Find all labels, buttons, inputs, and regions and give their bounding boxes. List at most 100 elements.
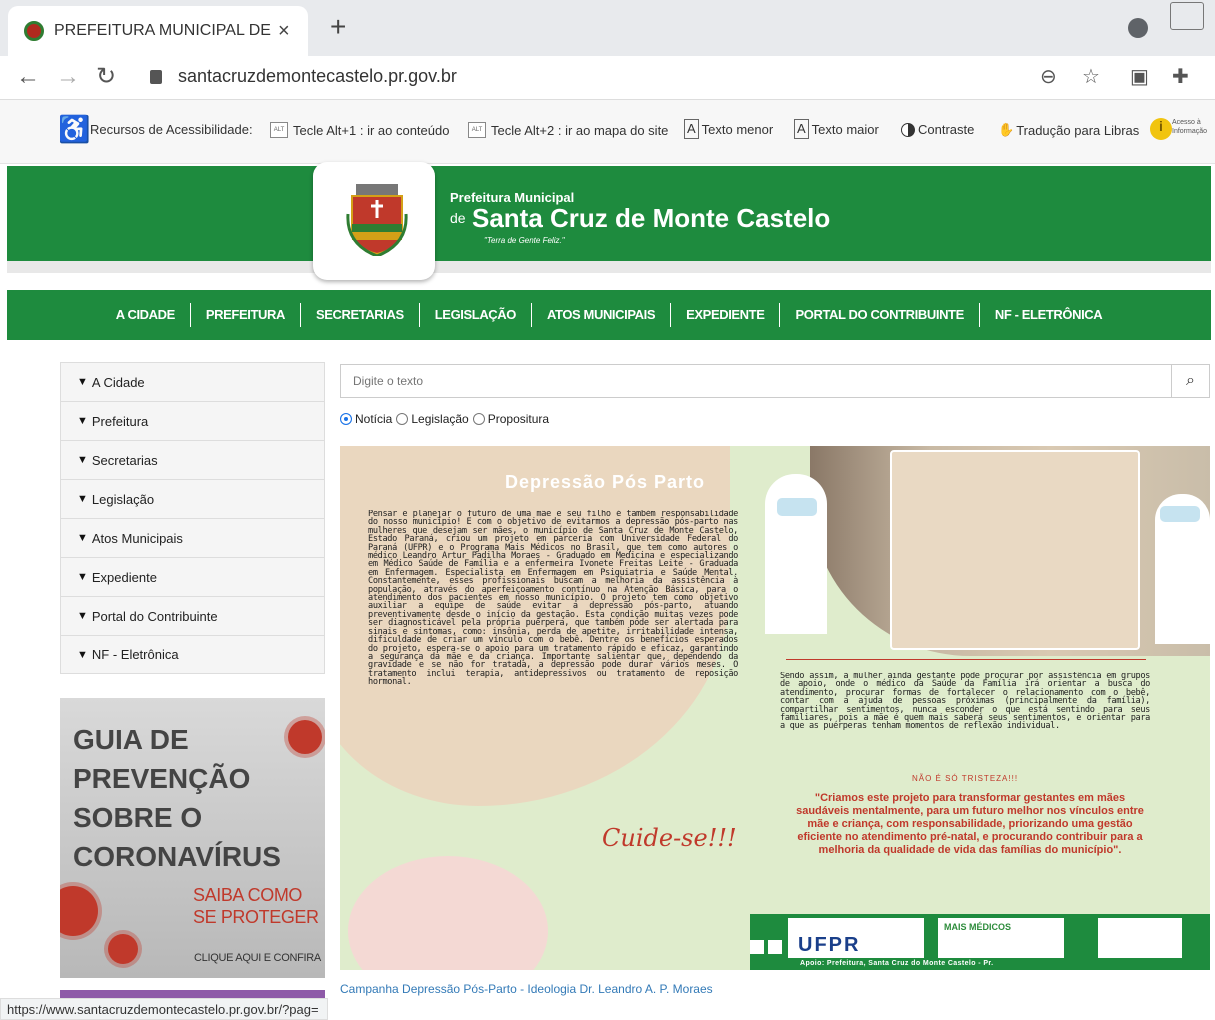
sidebar-item-nf-eletronica[interactable]: ▼ NF - Eletrônica: [60, 635, 325, 674]
sidebar-item-portal-contribuinte[interactable]: ▼ Portal do Contribuinte: [60, 596, 325, 635]
menu-item-a-cidade[interactable]: A CIDADE: [101, 303, 190, 327]
ufpr-logo-text: UFPR: [798, 934, 861, 956]
chevron-down-icon: ▼: [77, 493, 88, 505]
sidebar-item-expediente[interactable]: ▼ Expediente: [60, 557, 325, 596]
poster-mother-baby-illustration: [348, 856, 548, 970]
sidebar-item-a-cidade[interactable]: ▼ A Cidade: [60, 362, 325, 401]
chevron-down-icon: ▼: [77, 610, 88, 622]
sidebar-item-secretarias[interactable]: ▼ Secretarias: [60, 440, 325, 479]
search-type-radios: Notícia Legislação Propositura: [340, 412, 549, 426]
text-bigger-button[interactable]: A Texto maior: [794, 119, 879, 139]
virus-icon: [288, 720, 322, 754]
status-bar-url: https://www.santacruzdemontecastelo.pr.g…: [0, 998, 328, 1020]
forward-arrow-icon[interactable]: →: [56, 62, 80, 92]
menu-item-portal-contribuinte[interactable]: PORTAL DO CONTRIBUINTE: [779, 303, 978, 327]
radio-legislacao[interactable]: [396, 413, 409, 425]
address-bar[interactable]: santacruzdemontecastelo.pr.gov.br: [178, 66, 457, 87]
poster-mask-icon: [777, 498, 817, 516]
new-tab-icon[interactable]: +: [330, 12, 346, 42]
window-minimize-icon[interactable]: [1170, 2, 1204, 30]
tab-close-icon[interactable]: ×: [278, 20, 290, 43]
radio-noticia-label: Notícia: [355, 412, 393, 426]
accessibility-label: Recursos de Acessibilidade:: [90, 122, 253, 137]
covid-title-line3: SOBRE O: [73, 802, 203, 833]
skip-to-sitemap-link[interactable]: ALT Tecle Alt+2 : ir ao mapa do site: [468, 122, 668, 138]
menu-item-prefeitura[interactable]: PREFEITURA: [189, 303, 300, 327]
covid-subtitle: SAIBA COMO SE PROTEGER: [193, 885, 319, 927]
text-smaller-button[interactable]: A Texto menor: [684, 119, 773, 139]
covid-title-line4: CORONAVÍRUS: [73, 841, 281, 872]
keyboard-key-icon: ALT: [468, 122, 486, 138]
city-crest-icon[interactable]: [346, 184, 408, 256]
sidebar-item-legislacao[interactable]: ▼ Legislação: [60, 479, 325, 518]
skip-to-content-link[interactable]: ALT Tecle Alt+1 : ir ao conteúdo: [270, 122, 449, 138]
poster-apoio: Apoio: Prefeitura, Santa Cruz do Monte C…: [800, 960, 994, 967]
mais-medicos-logo-text: MAIS MÉDICOS: [944, 922, 1012, 932]
menu-item-nf-eletronica[interactable]: NF - ELETRÔNICA: [978, 303, 1117, 327]
radio-legislacao-label: Legislação: [411, 412, 469, 426]
radio-propositura-label: Propositura: [487, 412, 550, 426]
poster-divider: [786, 659, 1146, 660]
menu-item-expediente[interactable]: EXPEDIENTE: [670, 303, 779, 327]
page-title[interactable]: Santa Cruz de Monte Castelo: [472, 203, 830, 234]
poster-text-left: Pensar e planejar o futuro de uma mãe e …: [368, 510, 738, 688]
news-poster-image[interactable]: Depressão Pós Parto Pensar e planejar o …: [340, 446, 1210, 970]
covid-guide-banner[interactable]: GUIA DE PREVENÇÃO SOBRE O CORONAVÍRUS SA…: [60, 698, 325, 978]
search-input[interactable]: [340, 364, 1172, 398]
chevron-down-icon: ▼: [77, 454, 88, 466]
back-arrow-icon[interactable]: ←: [16, 62, 40, 92]
keyboard-key-icon: ALT: [270, 122, 288, 138]
menu-item-legislacao[interactable]: LEGISLAÇÃO: [418, 303, 531, 327]
extension-icon[interactable]: ▣: [1130, 64, 1149, 89]
covid-title-line1: GUIA DE: [73, 724, 189, 755]
sidebar-item-prefeitura[interactable]: ▼ Prefeitura: [60, 401, 325, 440]
chevron-down-icon: ▼: [77, 532, 88, 544]
chevron-down-icon: ▼: [77, 376, 88, 388]
poster-nao-e-so-tristeza: NÃO É SÓ TRISTEZA!!!: [911, 774, 1019, 783]
city-crest-icon: [1098, 918, 1182, 958]
text-bigger-icon: A: [794, 119, 809, 139]
reload-icon[interactable]: ↻: [96, 62, 116, 92]
news-caption-link[interactable]: Campanha Depressão Pós-Parto - Ideologia…: [340, 982, 713, 996]
menu-item-secretarias[interactable]: SECRETARIAS: [299, 303, 419, 327]
sidebar-item-atos-municipais[interactable]: ▼ Atos Municipais: [60, 518, 325, 557]
contrast-icon: [901, 122, 915, 137]
header-divider: [7, 261, 1211, 273]
poster-photo-banner: [890, 450, 1140, 650]
info-access-link[interactable]: Acesso à Informação: [1172, 118, 1212, 136]
accessibility-bar: ♿ Recursos de Acessibilidade: ALT Tecle A…: [0, 100, 1215, 164]
header-motto: "Terra de Gente Feliz.": [484, 236, 565, 245]
chevron-down-icon: ▼: [77, 415, 88, 427]
chevron-down-icon: ▼: [77, 571, 88, 583]
secondary-banner[interactable]: [60, 990, 325, 998]
contrast-button[interactable]: Contraste: [901, 122, 974, 137]
info-access-icon[interactable]: i: [1150, 118, 1172, 140]
chevron-down-icon: ▼: [77, 648, 88, 661]
tab-title: PREFEITURA MUNICIPAL DE SAN: [54, 22, 272, 39]
virus-icon: [60, 886, 98, 936]
covid-cta[interactable]: CLIQUE AQUI E CONFIRA: [194, 952, 321, 964]
libras-button[interactable]: ✋ Tradução para Libras: [998, 122, 1139, 138]
text-smaller-icon: A: [684, 119, 699, 139]
lock-icon[interactable]: [150, 70, 162, 84]
zoom-icon[interactable]: ⊖: [1040, 64, 1057, 89]
browser-tab[interactable]: PREFEITURA MUNICIPAL DE SAN ×: [8, 6, 308, 56]
main-menu: A CIDADE PREFEITURA SECRETARIAS LEGISLAÇ…: [7, 290, 1211, 340]
bookmark-star-icon[interactable]: ☆: [1082, 64, 1100, 89]
menu-item-atos-municipais[interactable]: ATOS MUNICIPAIS: [531, 303, 670, 327]
covid-title-line2: PREVENÇÃO: [73, 763, 251, 794]
header-de: de: [450, 210, 466, 226]
poster-title: Depressão Pós Parto: [504, 472, 706, 492]
search-icon[interactable]: ⌕: [1172, 364, 1210, 398]
puzzle-icon[interactable]: ✚: [1172, 64, 1189, 89]
poster-mask-icon: [1160, 506, 1200, 522]
browser-profile-icon[interactable]: [1128, 18, 1148, 38]
hand-icon: ✋: [998, 122, 1015, 137]
radio-propositura[interactable]: [472, 413, 485, 425]
radio-noticia[interactable]: [340, 413, 352, 425]
site-favicon-icon: [24, 21, 44, 41]
poster-quote: "Criamos este projeto para transformar g…: [796, 792, 1144, 856]
virus-icon: [108, 934, 138, 964]
poster-cuide-se: Cuide-se!!!: [602, 824, 737, 852]
sidebar: ▼ A Cidade ▼ Prefeitura ▼ Secretarias ▼ Legi…: [60, 362, 325, 674]
